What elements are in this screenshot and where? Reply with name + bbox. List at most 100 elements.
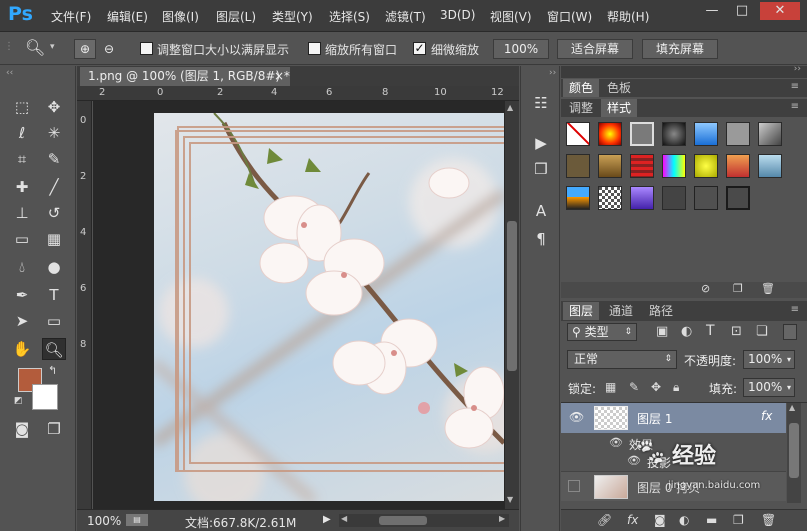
healing-brush-icon[interactable]: ✚ <box>10 176 34 198</box>
clone-stamp-icon[interactable]: ⊥ <box>10 202 34 224</box>
zoom-all-checkbox[interactable] <box>308 42 321 55</box>
zoom-level[interactable]: 100% <box>87 514 121 528</box>
scroll-down-icon[interactable]: ▼ <box>507 495 513 504</box>
fit-screen-button[interactable]: 适合屏幕 <box>557 39 633 59</box>
history-brush-icon[interactable]: ↺ <box>42 202 66 224</box>
style-swatch[interactable] <box>598 186 622 210</box>
zoom-tool-active-icon[interactable]: 🔍︎ <box>42 338 66 360</box>
panel-menu-icon[interactable]: ≡ <box>791 81 799 92</box>
style-swatch[interactable] <box>694 154 718 178</box>
collapse-icon[interactable]: ‹‹ <box>6 68 13 78</box>
default-colors-icon[interactable]: ◩ <box>14 396 23 406</box>
style-swatch[interactable] <box>726 154 750 178</box>
actions-panel-icon[interactable]: ▶ <box>529 132 553 154</box>
magic-wand-icon[interactable]: ✳ <box>42 122 66 144</box>
gradient-tool-icon[interactable]: ▦ <box>42 228 66 250</box>
lock-all-icon[interactable]: 🔒︎ <box>673 380 679 395</box>
filter-type-icon[interactable]: T <box>706 323 715 339</box>
chevron-down-icon[interactable]: ▾ <box>50 42 55 52</box>
zoom-100-button[interactable]: 100% <box>493 39 549 59</box>
fx-badge[interactable]: fx <box>761 409 772 423</box>
filter-toggle[interactable] <box>783 324 797 340</box>
layer-row-selected[interactable]: 👁︎ 图层 1 fx <box>561 403 786 433</box>
type-tool-icon[interactable]: T <box>42 284 66 306</box>
style-swatch[interactable] <box>630 154 654 178</box>
blur-tool-icon[interactable]: 💧︎ <box>10 256 34 278</box>
menu-help[interactable]: 帮助(H) <box>607 8 649 25</box>
zoom-in-icon[interactable]: ⊕ <box>74 39 96 59</box>
adjustment-layer-icon[interactable]: ◐ <box>679 513 689 527</box>
opacity-input[interactable]: 100% ▾ <box>743 350 795 369</box>
character-panel-icon[interactable]: A <box>529 200 553 222</box>
lasso-tool-icon[interactable]: ℓ <box>10 122 34 144</box>
tab-adjustments[interactable]: 调整 <box>563 99 599 117</box>
tab-styles[interactable]: 样式 <box>601 99 638 117</box>
style-swatch[interactable] <box>662 154 686 178</box>
style-swatch[interactable] <box>598 154 622 178</box>
style-swatch[interactable] <box>662 186 686 210</box>
visibility-toggle[interactable] <box>568 480 580 492</box>
vertical-scrollbar[interactable]: ▲ ▼ <box>505 101 519 509</box>
style-swatch[interactable] <box>598 122 622 146</box>
menu-3d[interactable]: 3D(D) <box>440 8 475 22</box>
menu-image[interactable]: 图像(I) <box>162 8 199 25</box>
scroll-up-icon[interactable]: ▲ <box>507 103 513 112</box>
swap-colors-icon[interactable]: ↰ <box>48 364 57 377</box>
clear-style-icon[interactable]: ⊘ <box>701 282 710 295</box>
menu-type[interactable]: 类型(Y) <box>272 8 313 25</box>
status-menu-icon[interactable]: ▶ <box>323 514 331 525</box>
shape-tool-icon[interactable]: ▭ <box>42 310 66 332</box>
tab-swatches[interactable]: 色板 <box>601 79 637 97</box>
zoom-out-icon[interactable]: ⊖ <box>98 39 120 59</box>
history-panel-icon[interactable]: ☷ <box>529 92 553 114</box>
eraser-tool-icon[interactable]: ▭ <box>10 228 34 250</box>
new-group-icon[interactable]: ▬ <box>706 513 717 527</box>
expand-icon[interactable]: ›› <box>549 68 556 78</box>
path-select-icon[interactable]: ➤ <box>10 310 34 332</box>
hand-tool-icon[interactable]: ✋ <box>10 338 34 360</box>
new-layer-icon[interactable]: ❐ <box>733 513 744 527</box>
style-swatch[interactable] <box>726 186 750 210</box>
menu-view[interactable]: 视图(V) <box>490 8 532 25</box>
resize-windows-checkbox[interactable] <box>140 42 153 55</box>
move-tool-icon[interactable]: ✥ <box>42 96 66 118</box>
screen-mode-icon[interactable]: ❐ <box>42 418 66 440</box>
style-swatch[interactable] <box>566 154 590 178</box>
document-tab[interactable]: 1.png @ 100% (图层 1, RGB/8#) * × <box>80 67 290 86</box>
add-mask-icon[interactable]: ◙ <box>654 513 666 527</box>
link-layers-icon[interactable]: 🔗︎ <box>597 513 612 527</box>
crop-tool-icon[interactable]: ⌗ <box>10 148 34 170</box>
delete-layer-icon[interactable]: 🗑︎ <box>761 513 776 527</box>
style-swatch[interactable] <box>758 122 782 146</box>
fill-screen-button[interactable]: 填充屏幕 <box>642 39 718 59</box>
visibility-eye-icon[interactable]: 👁︎ <box>569 410 584 424</box>
filter-pixel-icon[interactable]: ▣ <box>656 324 668 339</box>
effects-eye-icon[interactable]: 👁︎ <box>609 436 623 449</box>
style-swatch[interactable] <box>758 154 782 178</box>
style-swatch[interactable] <box>630 186 654 210</box>
brush-tool-icon[interactable]: ╱ <box>42 176 66 198</box>
style-swatch[interactable] <box>566 186 590 210</box>
menu-select[interactable]: 选择(S) <box>329 8 370 25</box>
layers-scrollbar[interactable]: ▲ <box>787 403 801 503</box>
fill-input[interactable]: 100% ▾ <box>743 378 795 397</box>
lock-pixels-icon[interactable]: ✎ <box>629 380 639 394</box>
new-style-icon[interactable]: ❐ <box>733 282 743 295</box>
background-color-swatch[interactable] <box>32 384 58 410</box>
scroll-left-icon[interactable]: ◀ <box>341 514 347 523</box>
style-swatch[interactable] <box>662 122 686 146</box>
lock-position-icon[interactable]: ✥ <box>651 380 661 394</box>
scrubby-zoom-checkbox[interactable]: ✓ <box>413 42 426 55</box>
menu-layer[interactable]: 图层(L) <box>216 8 256 25</box>
menu-edit[interactable]: 编辑(E) <box>107 8 148 25</box>
lock-transparent-icon[interactable]: ▦ <box>605 380 616 394</box>
minimize-button[interactable]: — <box>700 2 724 20</box>
style-swatch-selected[interactable] <box>630 122 654 146</box>
tab-channels[interactable]: 通道 <box>603 302 639 320</box>
layer-name[interactable]: 图层 1 <box>637 410 672 427</box>
tab-color[interactable]: 颜色 <box>563 79 600 97</box>
blend-mode-select[interactable]: 正常 ⇕ <box>567 350 677 369</box>
close-window-button[interactable]: ✕ <box>760 2 800 20</box>
layers-scroll-thumb[interactable] <box>789 423 799 478</box>
filter-shape-icon[interactable]: ⊡ <box>731 324 742 339</box>
